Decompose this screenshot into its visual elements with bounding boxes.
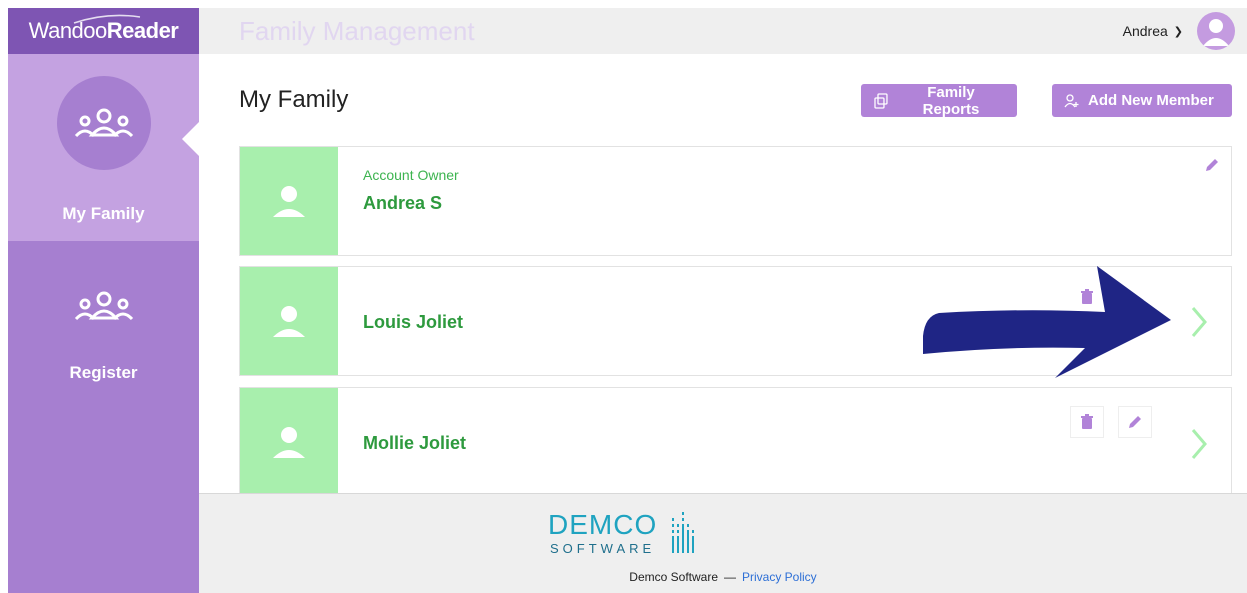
delete-button[interactable] [1070, 406, 1104, 438]
member-card[interactable]: Mollie Joliet [239, 387, 1232, 497]
member-card: Account Owner Andrea S [239, 146, 1232, 256]
footer-company: Demco Software [629, 570, 718, 584]
member-role: Account Owner [363, 167, 459, 183]
sidebar-item-label: Register [69, 363, 138, 382]
family-icon-circle [56, 76, 151, 170]
sidebar: WandooReader My Family Register [8, 8, 199, 593]
top-bar: Family Management Andrea ❯ [199, 8, 1247, 54]
pencil-icon [1129, 416, 1141, 428]
footer-separator: — [724, 570, 736, 584]
brand-logo[interactable]: WandooReader [8, 8, 199, 54]
user-name: Andrea [1122, 23, 1168, 39]
sidebar-item-my-family[interactable]: My Family [8, 54, 199, 241]
edit-button[interactable] [1118, 406, 1152, 438]
user-icon [273, 306, 305, 337]
user-icon [1203, 19, 1229, 46]
swoosh-icon [73, 14, 141, 24]
demco-software-logo[interactable]: DEMCO SOFTWARE [544, 506, 714, 558]
chevron-right-icon[interactable] [1189, 305, 1209, 339]
family-group-icon [74, 291, 133, 321]
member-avatar [240, 147, 338, 255]
footer-links: Demco Software — Privacy Policy [199, 570, 1247, 584]
add-user-icon [1064, 93, 1079, 107]
avatar[interactable] [1197, 12, 1235, 50]
family-reports-label: Family Reports [922, 83, 980, 118]
logo-top-text: DEMCO [548, 509, 657, 540]
page-title: Family Management [239, 15, 475, 46]
user-icon [273, 186, 305, 217]
member-name: Mollie Joliet [363, 433, 467, 453]
member-avatar [240, 267, 338, 375]
chevron-down-icon: ❯ [1173, 25, 1183, 38]
chevron-right-icon[interactable] [1189, 427, 1209, 461]
family-reports-button[interactable]: Family Reports [861, 83, 1017, 118]
sidebar-item-label: My Family [62, 204, 145, 223]
sidebar-item-register[interactable]: Register [8, 241, 199, 383]
add-new-member-label: Add New Member [1088, 92, 1214, 109]
member-name: Andrea S [363, 193, 443, 213]
logo-bottom-text: SOFTWARE [550, 541, 655, 556]
user-icon [273, 427, 305, 458]
section-heading: My Family [239, 86, 349, 113]
active-indicator [182, 122, 199, 156]
pencil-icon [1206, 159, 1218, 171]
reports-icon [874, 92, 888, 109]
user-menu[interactable]: Andrea ❯ [1123, 12, 1235, 50]
privacy-policy-link[interactable]: Privacy Policy [742, 570, 817, 584]
annotation-arrow-icon [923, 266, 1171, 378]
footer: DEMCO SOFTWARE Demco Software — Privacy Po… [199, 493, 1247, 593]
add-new-member-button[interactable]: Add New Member [1052, 84, 1232, 117]
member-avatar [240, 388, 338, 496]
trash-icon [1081, 414, 1093, 429]
member-name: Louis Joliet [363, 312, 464, 332]
family-group-icon [74, 108, 133, 138]
edit-button[interactable] [1195, 149, 1229, 181]
